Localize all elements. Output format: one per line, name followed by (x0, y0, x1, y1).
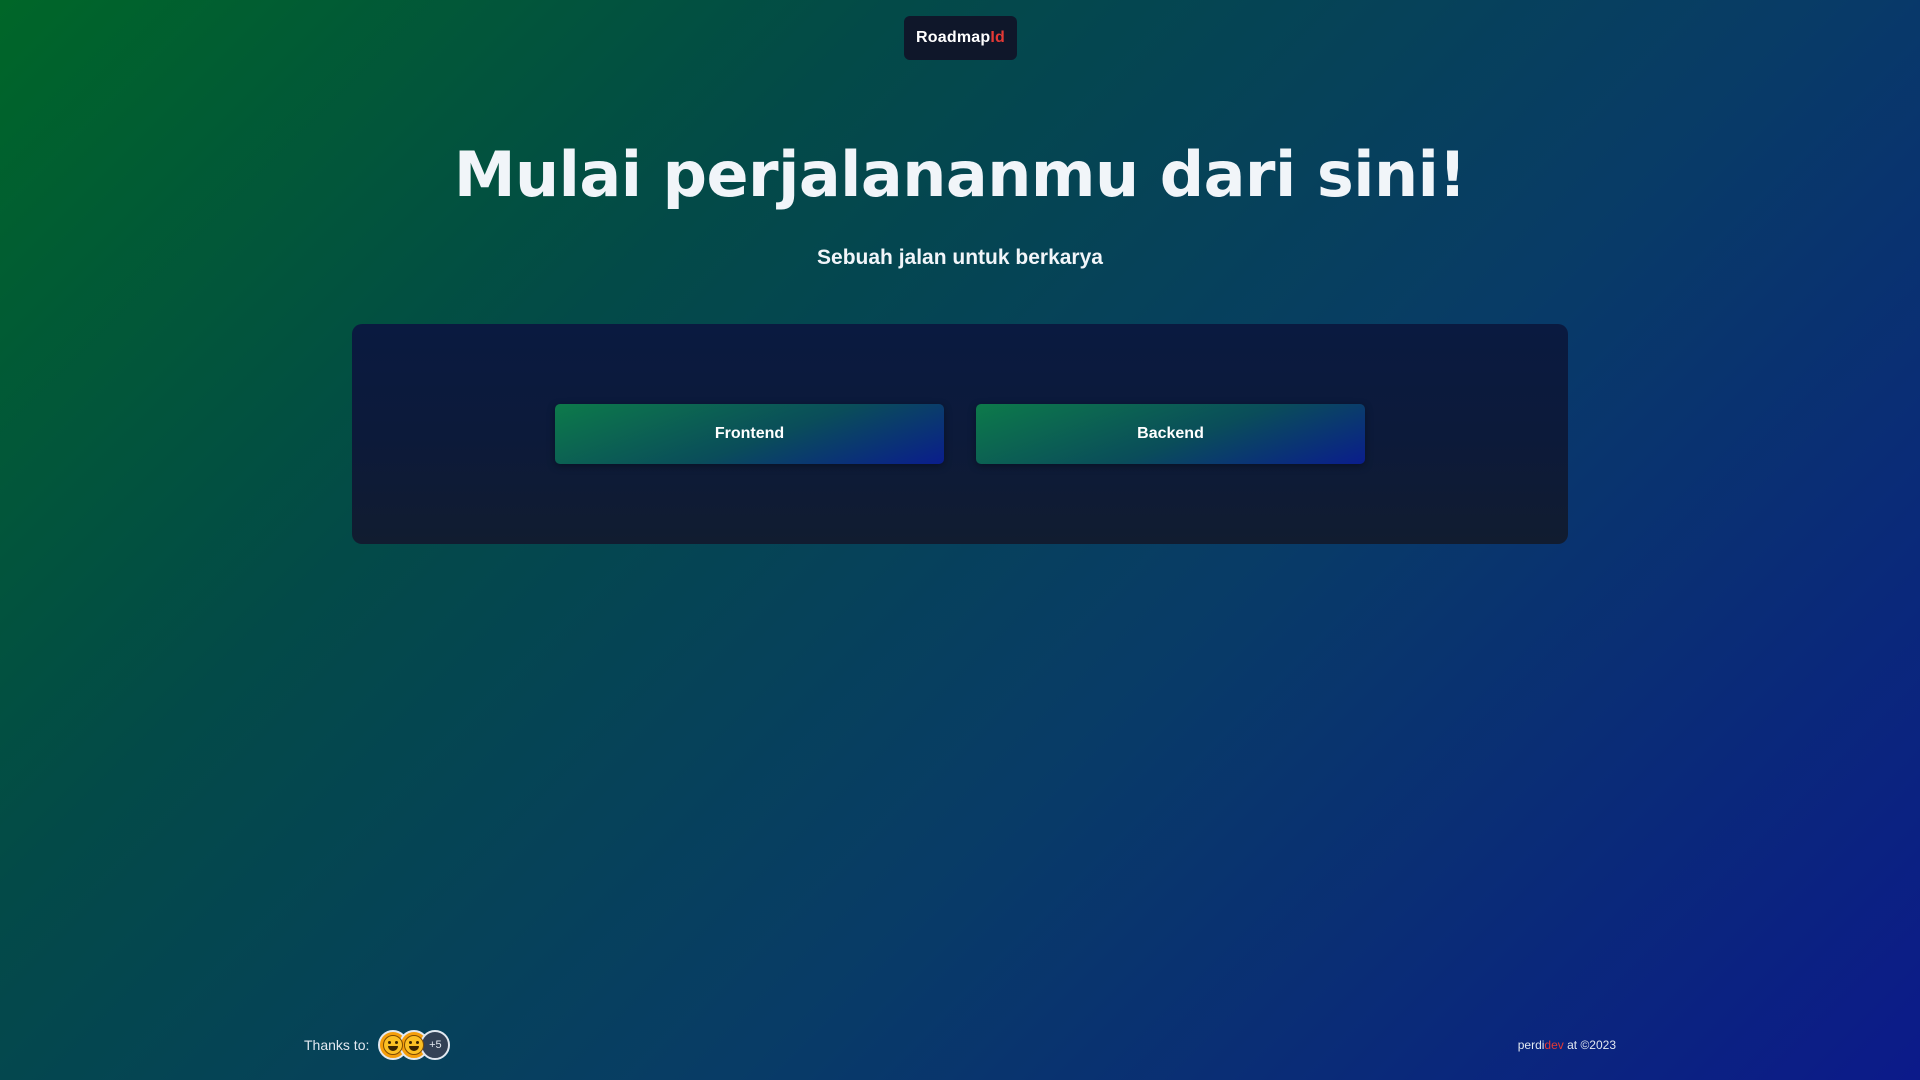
thanks-label: Thanks to: (304, 1037, 370, 1053)
page-subtitle: Sebuah jalan untuk berkarya (817, 246, 1103, 269)
credit-accent-link[interactable]: dev (1544, 1038, 1563, 1052)
roadmap-selection-panel: Frontend Backend (352, 324, 1568, 544)
contributor-avatar-stack: +5 (378, 1030, 451, 1060)
contributors-section: Thanks to: +5 (304, 1027, 451, 1063)
frontend-button[interactable]: Frontend (555, 404, 944, 464)
brand-logo-accent: Id (990, 29, 1005, 46)
more-contributors-badge[interactable]: +5 (420, 1030, 451, 1060)
brand-logo-main: Roadmap (916, 29, 991, 46)
credit-suffix: at ©2023 (1563, 1038, 1616, 1052)
backend-button[interactable]: Backend (976, 404, 1365, 464)
page-title: Mulai perjalananmu dari sini! (453, 138, 1467, 211)
brand-logo[interactable]: Roadmap Id (904, 16, 1017, 60)
credit-prefix: perdi (1517, 1038, 1545, 1052)
footer-credit: perdidev at ©2023 (1518, 1038, 1616, 1052)
